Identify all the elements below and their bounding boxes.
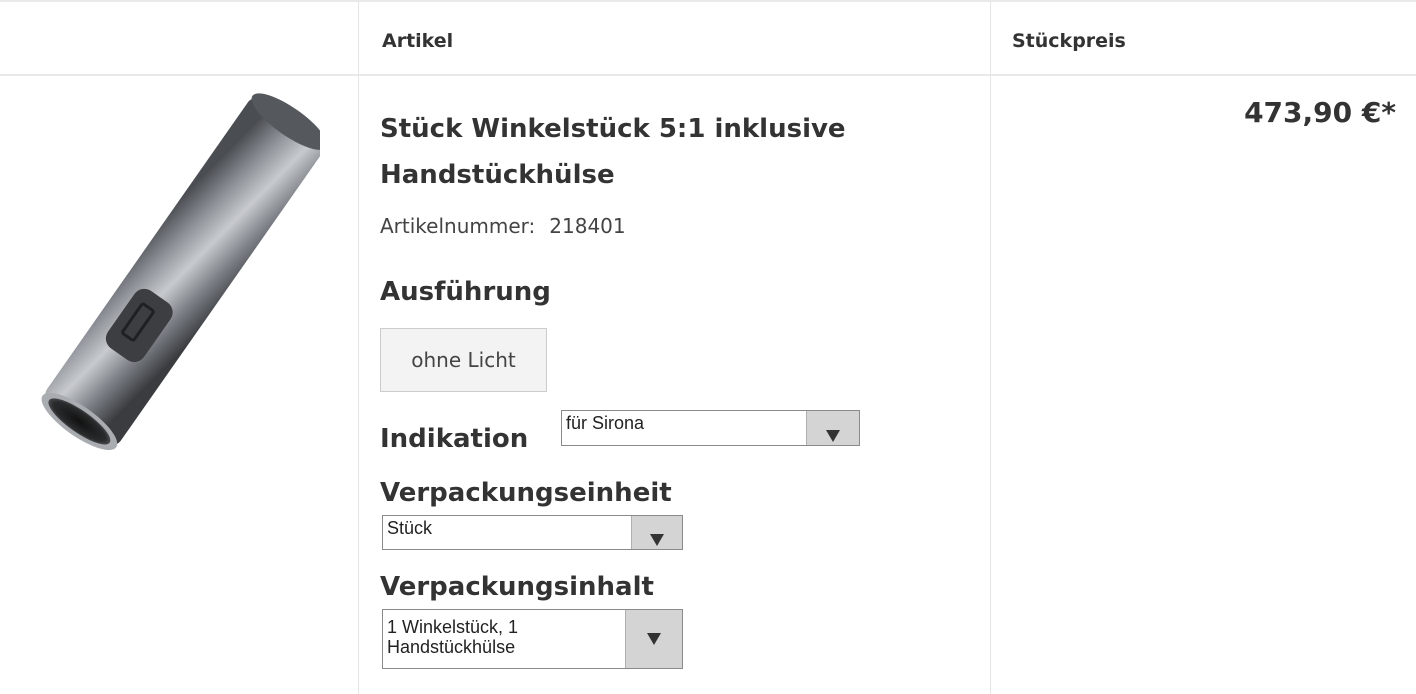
indikation-select[interactable]: für Sirona [561,410,860,446]
verpackungsinhalt-select[interactable]: 1 Winkelstück, 1 Handstückhülse [382,609,683,669]
product-title[interactable]: Stück Winkelstück 5:1 inklusive Handstüc… [380,106,960,198]
table-top-border [0,0,1416,2]
header-unit-price: Stückpreis [1012,30,1126,52]
option-ohne-licht-button[interactable]: ohne Licht [380,328,547,392]
verpackungsinhalt-line-1: 1 Winkelstück, 1 [387,617,519,637]
header-article: Artikel [382,30,454,52]
verpackungseinheit-select[interactable]: Stück [382,515,683,550]
indikation-label: Indikation [380,424,529,454]
article-number-label: Artikelnummer: [380,214,536,238]
verpackungsinhalt-label: Verpackungsinhalt [380,572,654,602]
verpackungsinhalt-line-2: Handstückhülse [387,637,516,657]
verpackungsinhalt-select-value: 1 Winkelstück, 1 Handstückhülse [387,617,518,657]
verpackungseinheit-label: Verpackungseinheit [380,478,672,508]
column-divider-right [990,0,991,694]
ausfuehrung-label: Ausführung [380,277,551,307]
verpackungseinheit-chevron-down-icon[interactable] [631,516,682,549]
table-header-border [0,74,1416,76]
verpackungsinhalt-chevron-down-icon[interactable] [625,610,682,668]
article-number-value: 218401 [549,214,626,238]
handpiece-sleeve-image[interactable] [20,92,320,492]
column-divider-left [358,0,359,694]
indikation-chevron-down-icon[interactable] [806,411,859,445]
article-number-row: Artikelnummer: 218401 [380,214,626,238]
unit-price: 473,90 €* [1244,96,1396,129]
indikation-select-value: für Sirona [566,413,645,433]
verpackungseinheit-select-value: Stück [387,518,433,538]
